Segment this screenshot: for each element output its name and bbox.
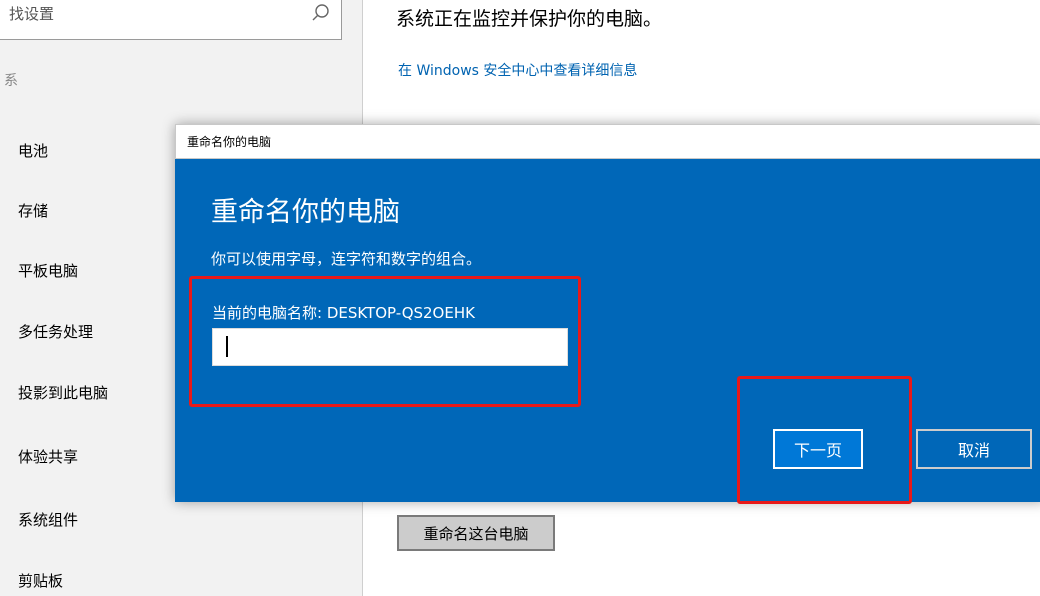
text-cursor: [226, 336, 228, 357]
sidebar-item-storage[interactable]: 存储: [18, 200, 48, 221]
search-icon[interactable]: [311, 3, 331, 23]
new-pc-name-input[interactable]: [212, 328, 568, 366]
sidebar-item-shared-experiences[interactable]: 体验共享: [18, 446, 78, 467]
rename-pc-dialog: 重命名你的电脑 重命名你的电脑 你可以使用字母，连字符和数字的组合。 当前的电脑…: [175, 124, 1040, 502]
dialog-description: 你可以使用字母，连字符和数字的组合。: [211, 250, 482, 268]
rename-pc-button[interactable]: 重命名这台电脑: [397, 515, 555, 551]
cancel-button[interactable]: 取消: [916, 429, 1032, 469]
dialog-title-bar[interactable]: 重命名你的电脑: [175, 124, 1040, 159]
protection-status-title: 系统正在监控并保护你的电脑。: [396, 8, 663, 30]
dialog-heading: 重命名你的电脑: [211, 197, 400, 228]
dialog-window-title: 重命名你的电脑: [187, 135, 272, 149]
sidebar-item-system-components[interactable]: 系统组件: [18, 509, 78, 530]
current-pc-name: 当前的电脑名称: DESKTOP-QS2OEHK: [212, 304, 475, 322]
search-box[interactable]: 找设置: [0, 0, 342, 40]
section-label-fragment: 系: [4, 73, 18, 89]
security-center-link[interactable]: 在 Windows 安全中心中查看详细信息: [398, 60, 637, 80]
next-button[interactable]: 下一页: [773, 429, 863, 469]
sidebar-item-multitasking[interactable]: 多任务处理: [18, 321, 93, 342]
sidebar-item-clipboard[interactable]: 剪贴板: [18, 570, 63, 591]
search-placeholder: 找设置: [9, 5, 55, 23]
sidebar-item-tablet[interactable]: 平板电脑: [18, 260, 78, 281]
sidebar-item-battery[interactable]: 电池: [18, 140, 48, 161]
sidebar-item-projecting[interactable]: 投影到此电脑: [18, 382, 108, 403]
